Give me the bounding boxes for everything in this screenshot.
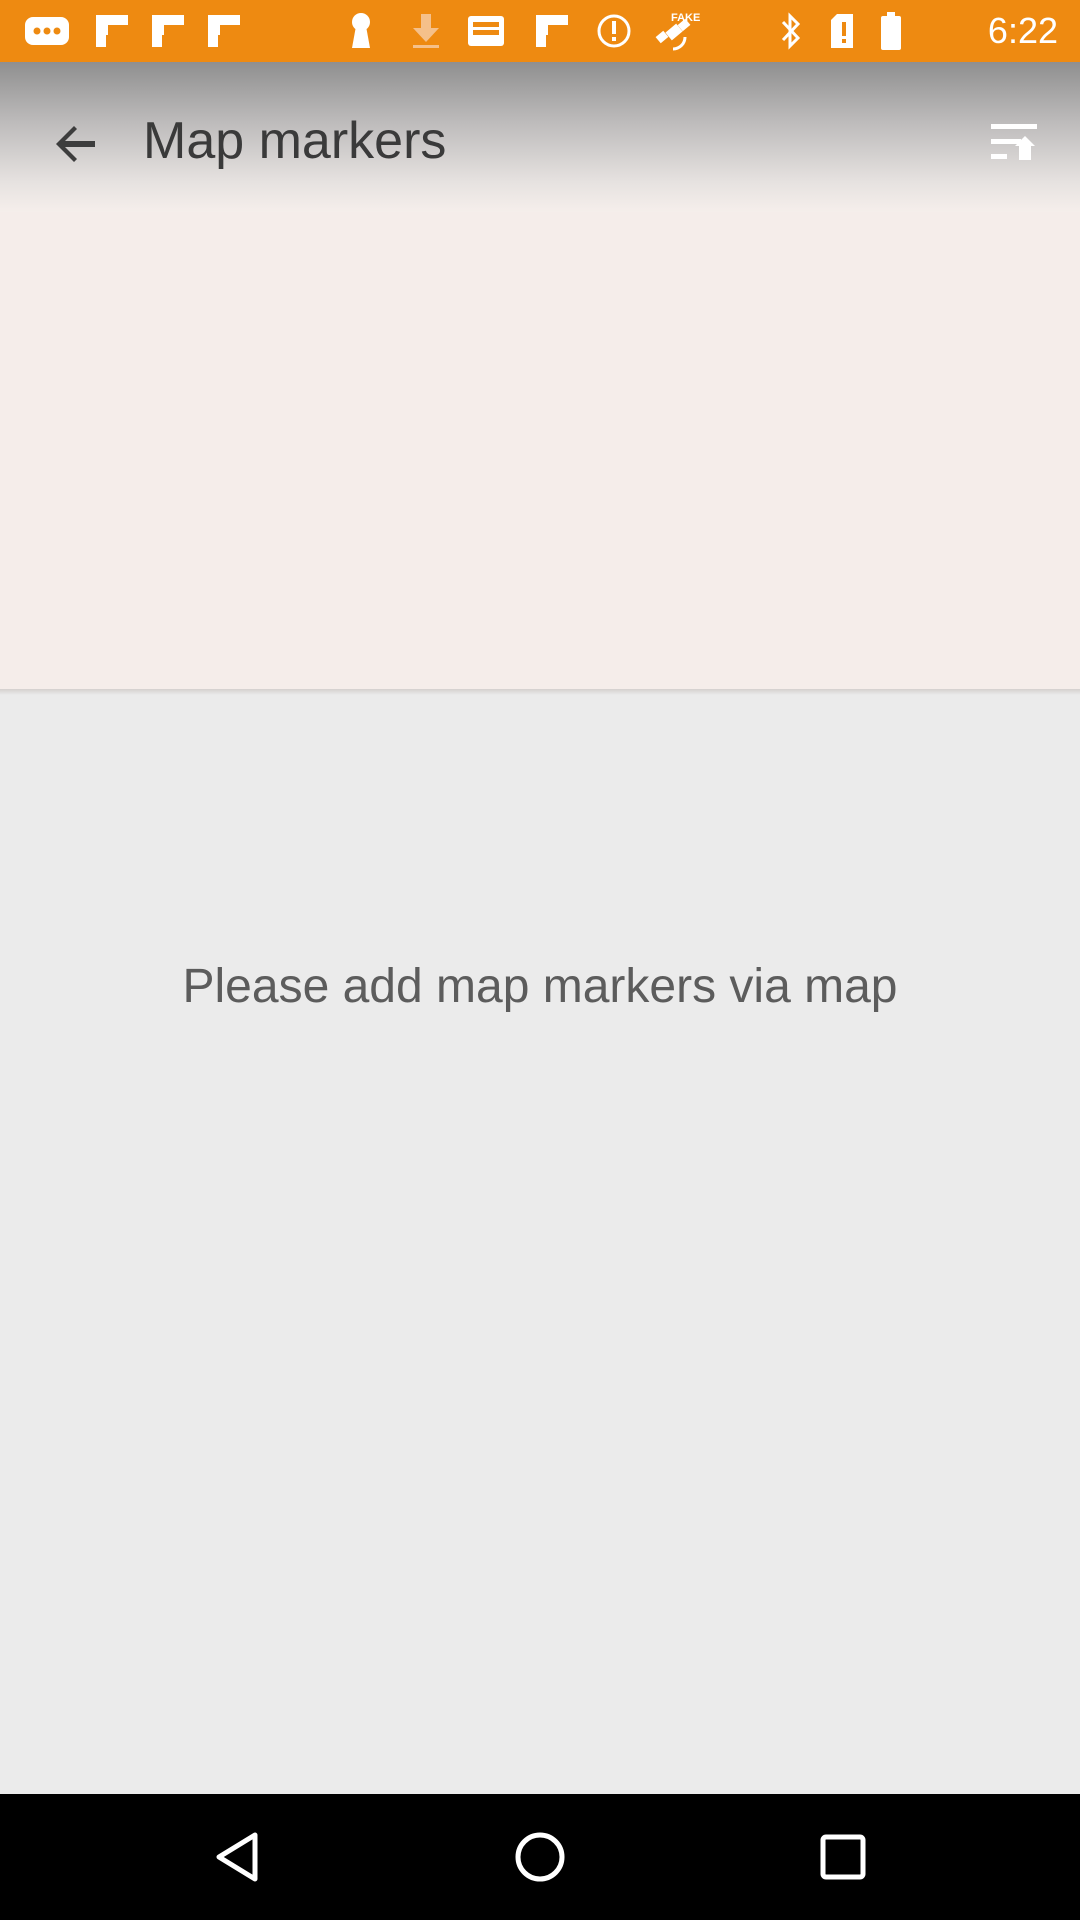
nav-back-button[interactable] xyxy=(192,1817,282,1897)
keyhole-icon xyxy=(346,10,376,52)
empty-state-message: Please add map markers via map xyxy=(182,960,898,1013)
markers-list-area: Please add map markers via map xyxy=(0,695,1080,1794)
back-button[interactable] xyxy=(36,104,116,184)
nav-home-button[interactable] xyxy=(495,1817,585,1897)
no-sim-icon xyxy=(826,10,862,52)
fake-gps-satellite-icon: FAKE xyxy=(652,10,702,52)
sort-ascending-icon xyxy=(991,124,1037,160)
alert-icon xyxy=(594,10,634,52)
system-navigation-bar xyxy=(0,1794,1080,1920)
bluetooth-icon xyxy=(776,10,806,52)
flipboard-icon xyxy=(204,10,244,52)
battery-icon xyxy=(878,10,904,52)
inbox-icon xyxy=(466,10,506,52)
flipboard-icon xyxy=(148,10,188,52)
flipboard-icon xyxy=(532,10,572,52)
more-notifications-icon xyxy=(22,10,72,52)
download-icon xyxy=(408,10,444,52)
recents-square-icon xyxy=(820,1834,866,1880)
home-circle-icon xyxy=(515,1832,565,1882)
sort-button[interactable] xyxy=(974,102,1054,182)
back-triangle-icon xyxy=(216,1832,258,1882)
map-markers-panel xyxy=(0,212,1080,691)
toolbar: Map markers xyxy=(0,62,1080,212)
flipboard-icon xyxy=(92,10,132,52)
status-bar: FAKE 6:22 xyxy=(0,0,1080,62)
arrow-back-icon xyxy=(56,126,95,162)
page-title: Map markers xyxy=(143,112,447,170)
nav-recents-button[interactable] xyxy=(798,1817,888,1897)
status-time: 6:22 xyxy=(987,10,1058,51)
